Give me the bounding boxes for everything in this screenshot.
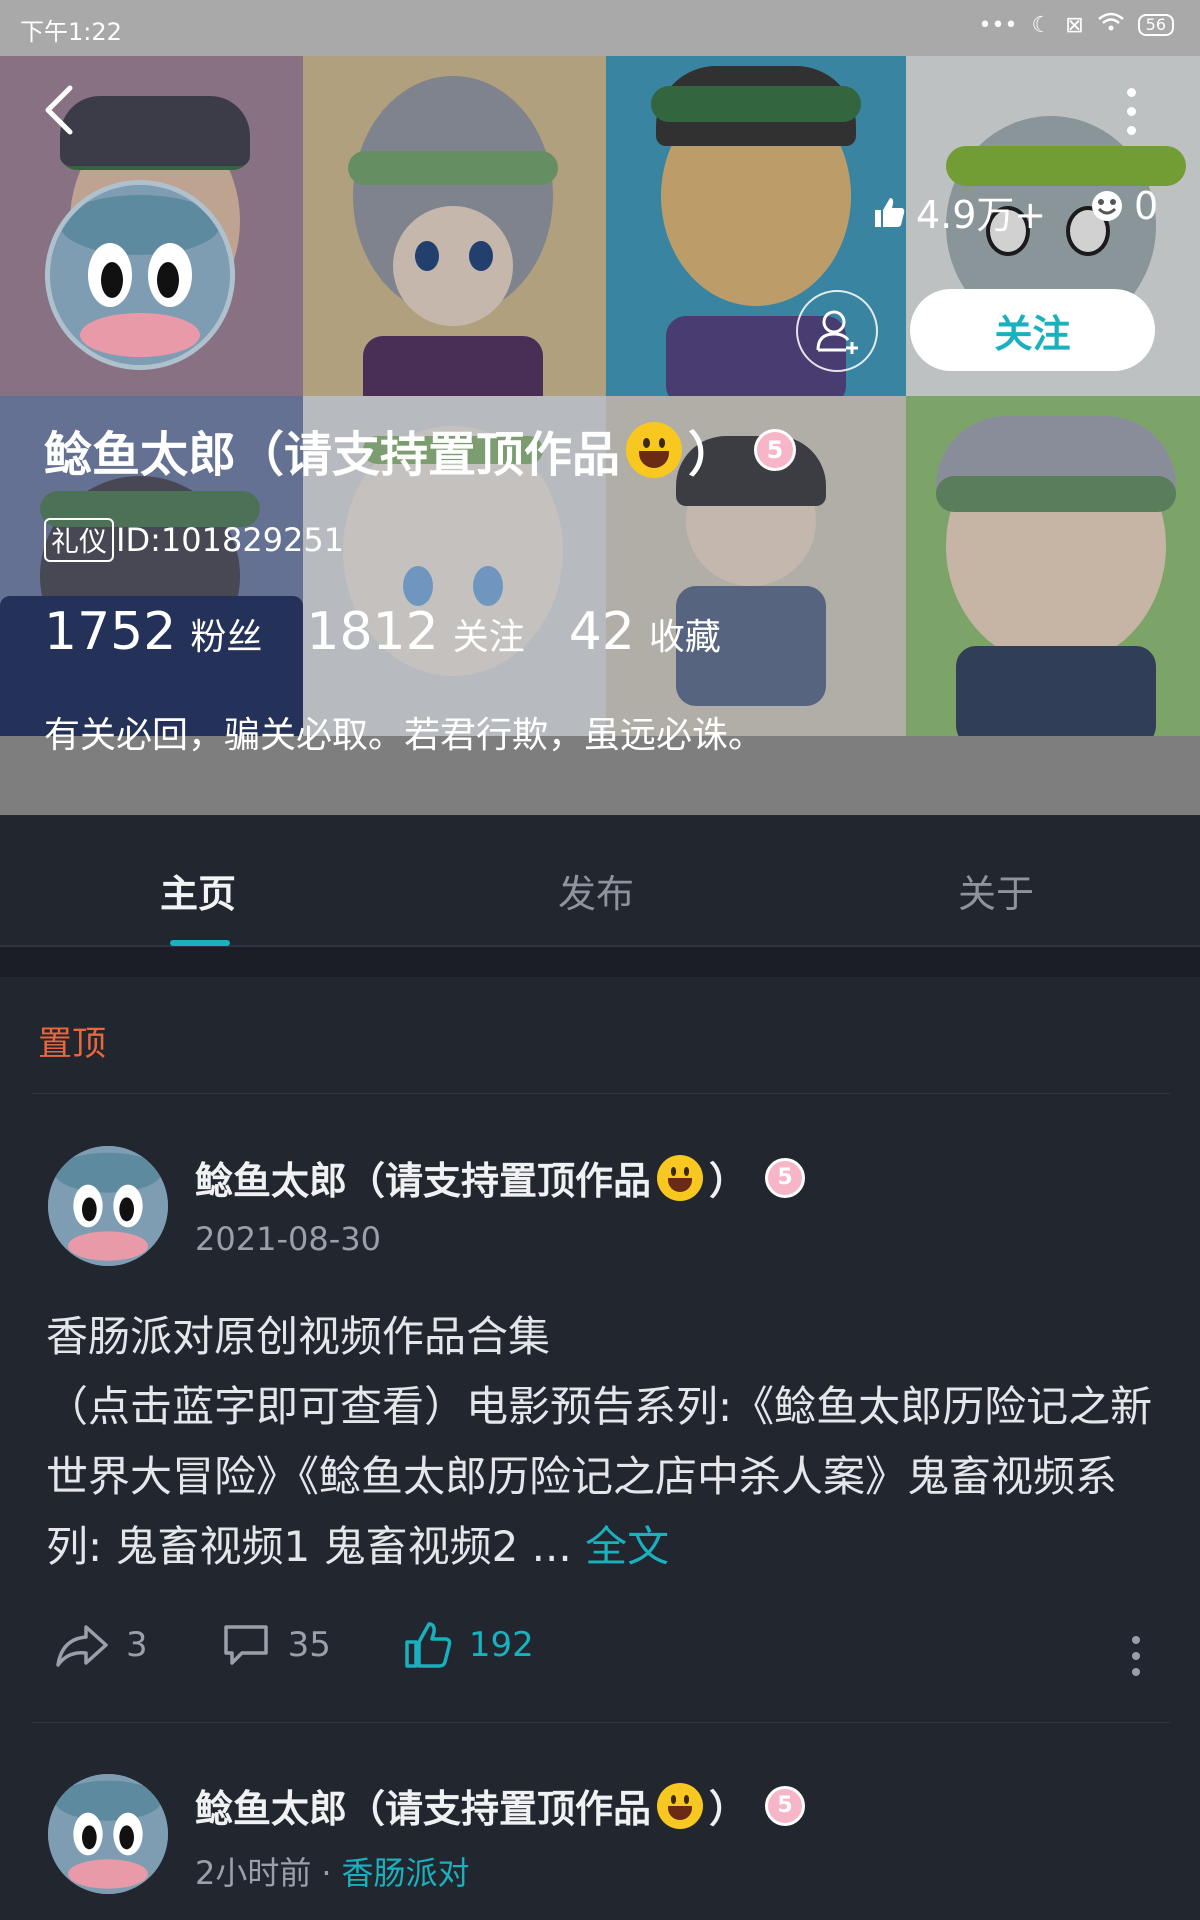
post-meta: 2小时前 · 香肠派对 bbox=[195, 1848, 470, 1894]
tab-indicator bbox=[170, 940, 230, 946]
add-friend-button[interactable] bbox=[796, 290, 878, 372]
grinning-emoji-icon bbox=[657, 1154, 704, 1201]
post-topic-link[interactable]: 香肠派对 bbox=[342, 1854, 470, 1892]
like-count: 192 bbox=[468, 1625, 534, 1665]
grinning-emoji-icon bbox=[657, 1782, 704, 1829]
following-count[interactable]: 1812 bbox=[306, 602, 438, 662]
post-author-avatar[interactable] bbox=[48, 1146, 168, 1266]
following-label[interactable]: 关注 bbox=[453, 608, 525, 660]
tab-posts[interactable]: 发布 bbox=[558, 863, 634, 918]
post-author-suffix: ） bbox=[709, 1787, 748, 1831]
battery-icon: 56 bbox=[1137, 14, 1174, 36]
status-icons: ••• ☾ ⊠ 56 bbox=[979, 12, 1174, 38]
post-author-name[interactable]: 鲶鱼太郎（请支持置顶作品 ） 5 bbox=[195, 1150, 806, 1205]
profile-bio: 有关必回，骗关必取。若君行欺，虽远必诛。 bbox=[44, 715, 765, 756]
tab-about[interactable]: 关于 bbox=[958, 863, 1034, 918]
section-gap bbox=[0, 947, 1200, 977]
post-actions: 3 35 192 bbox=[54, 1620, 606, 1670]
catfish-avatar-icon bbox=[50, 185, 230, 365]
profile-id: ID:101829251 bbox=[116, 521, 345, 559]
profile-name-suffix: ） bbox=[688, 427, 737, 483]
profile-likes-count: 4.9万+ bbox=[916, 193, 1047, 237]
back-arrow-icon bbox=[45, 85, 73, 135]
more-options-button[interactable] bbox=[1124, 88, 1138, 135]
wifi-icon bbox=[1097, 12, 1124, 38]
post-author-name[interactable]: 鲶鱼太郎（请支持置顶作品 ） 5 bbox=[195, 1778, 806, 1833]
post-more-button[interactable] bbox=[1132, 1636, 1142, 1684]
profile-smiles-count: 0 bbox=[1134, 184, 1159, 228]
comment-button[interactable]: 35 bbox=[220, 1621, 331, 1669]
favorites-label[interactable]: 收藏 bbox=[649, 608, 721, 660]
share-count: 3 bbox=[126, 1625, 148, 1665]
post-author-text: 鲶鱼太郎（请支持置顶作品 bbox=[195, 1159, 652, 1203]
profile-name: 鲶鱼太郎（请支持置顶作品 ） 5 bbox=[44, 415, 797, 485]
smile-icon bbox=[1092, 191, 1122, 221]
profile-id-row: 礼仪 ID:101829251 bbox=[44, 518, 344, 562]
divider bbox=[32, 1722, 1170, 1723]
divider bbox=[32, 1093, 1170, 1094]
favorites-count[interactable]: 42 bbox=[569, 602, 635, 662]
like-button[interactable]: 192 bbox=[403, 1620, 534, 1670]
post-author-avatar[interactable] bbox=[48, 1774, 168, 1894]
post-author-suffix: ） bbox=[709, 1159, 748, 1203]
fans-label[interactable]: 粉丝 bbox=[190, 608, 262, 660]
catfish-avatar-icon bbox=[48, 1146, 168, 1266]
read-more-link[interactable]: 全文 bbox=[585, 1522, 669, 1571]
thumbs-up-icon bbox=[875, 197, 905, 227]
meta-separator: · bbox=[321, 1854, 332, 1892]
comment-count: 35 bbox=[287, 1625, 331, 1665]
level-badge: 5 bbox=[765, 1157, 806, 1198]
more-notifications-icon: ••• bbox=[978, 12, 1018, 38]
post-time: 2小时前 bbox=[195, 1854, 312, 1892]
post-date: 2021-08-30 bbox=[195, 1220, 381, 1258]
post-title: 香肠派对原创视频作品合集 bbox=[46, 1312, 551, 1361]
etiquette-badge: 礼仪 bbox=[44, 518, 115, 562]
avatar[interactable] bbox=[45, 180, 235, 370]
profile-tabs: 主页 发布 关于 bbox=[0, 815, 1200, 947]
profile-stats: 1752 粉丝 1812 关注 42 收藏 bbox=[44, 602, 765, 662]
back-button[interactable] bbox=[40, 82, 90, 142]
grinning-emoji-icon bbox=[626, 422, 683, 478]
level-badge: 5 bbox=[754, 429, 797, 471]
catfish-avatar-icon bbox=[48, 1774, 168, 1894]
sim-icon: ⊠ bbox=[1065, 12, 1084, 38]
add-user-icon bbox=[816, 310, 858, 354]
profile-cover bbox=[0, 0, 1200, 815]
tab-home[interactable]: 主页 bbox=[160, 863, 236, 918]
profile-smiles: 0 bbox=[1090, 184, 1158, 228]
post-body[interactable]: 香肠派对原创视频作品合集 （点击蓝字即可查看）电影预告系列:《鲶鱼太郎历险记之新… bbox=[46, 1302, 1166, 1582]
thumbs-up-icon bbox=[405, 1622, 452, 1668]
pinned-label: 置顶 bbox=[38, 1024, 106, 1064]
fans-count[interactable]: 1752 bbox=[44, 602, 176, 662]
follow-button[interactable]: 关注 bbox=[910, 289, 1155, 371]
comment-icon bbox=[223, 1625, 268, 1665]
profile-name-text: 鲶鱼太郎（请支持置顶作品 bbox=[44, 427, 621, 483]
profile-screen: 下午1:22 ••• ☾ ⊠ 56 4.9万+ 0 关注 鲶鱼太郎（请支持置顶作… bbox=[0, 0, 1200, 1920]
share-button[interactable]: 3 bbox=[54, 1621, 148, 1669]
moon-icon: ☾ bbox=[1031, 12, 1052, 38]
level-badge: 5 bbox=[765, 1785, 806, 1826]
post-author-text: 鲶鱼太郎（请支持置顶作品 bbox=[195, 1787, 652, 1831]
status-time: 下午1:22 bbox=[20, 18, 122, 46]
share-icon bbox=[56, 1625, 108, 1667]
profile-likes: 4.9万+ bbox=[872, 184, 1046, 239]
